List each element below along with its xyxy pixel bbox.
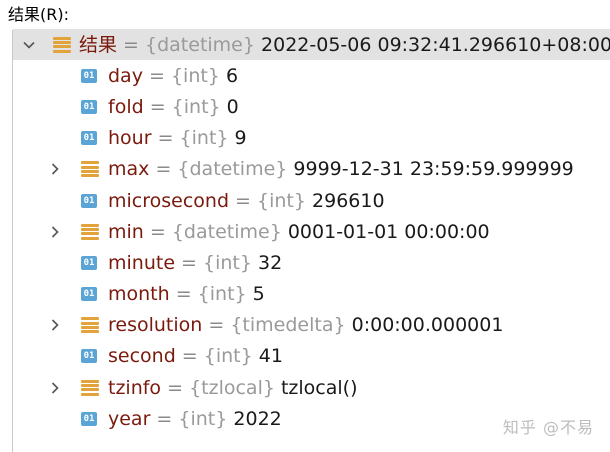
tree-row-text: max = {datetime} 9999-12-31 23:59:59.999… — [108, 157, 574, 181]
int-icon: 01 — [81, 349, 97, 364]
var-value: 6 — [225, 64, 239, 87]
chevron-right-icon[interactable] — [47, 317, 63, 333]
tree-row-tzinfo[interactable]: tzinfo = {tzlocal} tzlocal() — [13, 372, 610, 403]
var-value: tzlocal() — [280, 376, 358, 399]
tree-row-min[interactable]: min = {datetime} 0001-01-01 00:00:00 — [13, 216, 610, 247]
var-value: 32 — [258, 251, 283, 274]
equals-sign: = — [202, 314, 231, 337]
equals-sign: = — [117, 33, 146, 56]
object-icon — [81, 379, 99, 397]
var-value: 2022 — [233, 407, 282, 430]
var-value: 5 — [252, 283, 265, 306]
tree-row-text: second = {int} 41 — [108, 344, 283, 368]
variables-panel: 结果(R): 结果 = {datetime} 2022-05-06 09:32:… — [0, 0, 610, 452]
var-value: 9999-12-31 23:59:59.999999 — [293, 158, 574, 181]
tree-row-resolution[interactable]: resolution = {timedelta} 0:00:00.000001 — [13, 310, 610, 341]
int-icon: 01 — [81, 68, 97, 83]
var-name: max — [108, 158, 150, 181]
var-name: fold — [108, 95, 144, 118]
var-name: microsecond — [108, 189, 230, 212]
var-name: year — [108, 407, 151, 430]
var-type: {tzlocal} — [189, 376, 275, 399]
var-type: {int} — [179, 127, 229, 150]
tree-row-day[interactable]: 01 day = {int} 6 — [13, 60, 610, 91]
var-type: {timedelta} — [230, 314, 346, 337]
var-type: {int} — [203, 251, 252, 274]
equals-sign: = — [142, 64, 171, 87]
var-value: 0 — [226, 95, 239, 118]
var-value: 0:00:00.000001 — [351, 314, 504, 337]
var-name: second — [108, 345, 176, 368]
watermark: 知乎 @不易 — [502, 418, 594, 437]
var-type: {datetime} — [145, 33, 255, 56]
tree-row-text: minute = {int} 32 — [108, 251, 282, 275]
equals-sign: = — [161, 376, 190, 399]
var-name: hour — [108, 127, 152, 150]
tree-row-microsecond[interactable]: 01 microsecond = {int} 296610 — [13, 185, 610, 216]
tree-row-text: resolution = {timedelta} 0:00:00.000001 — [108, 313, 503, 337]
var-name: min — [108, 220, 144, 243]
tree-row-fold[interactable]: 01 fold = {int} 0 — [13, 91, 610, 122]
equals-sign: = — [143, 95, 172, 118]
equals-sign: = — [229, 189, 258, 212]
tree-row-text: day = {int} 6 — [108, 64, 238, 88]
var-type: {int} — [203, 345, 253, 368]
equals-sign: = — [175, 345, 204, 368]
tree-row-second[interactable]: 01 second = {int} 41 — [13, 341, 610, 372]
object-icon — [81, 223, 99, 241]
equals-sign: = — [143, 220, 172, 243]
chevron-right-icon[interactable] — [47, 380, 63, 396]
var-value: 296610 — [312, 189, 385, 212]
var-name: month — [108, 283, 170, 306]
var-type: {datetime} — [171, 220, 282, 243]
var-type: {int} — [197, 283, 247, 306]
variable-tree: 结果 = {datetime} 2022-05-06 09:32:41.2966… — [13, 29, 610, 434]
object-icon — [53, 36, 71, 54]
var-name: 结果 — [79, 33, 118, 56]
tree-row-hour[interactable]: 01 hour = {int} 9 — [13, 123, 610, 154]
var-type: {int} — [178, 407, 228, 430]
equals-sign: = — [175, 251, 204, 274]
tree-row-text: tzinfo = {tzlocal} tzlocal() — [108, 376, 358, 400]
int-icon: 01 — [81, 193, 97, 208]
var-value: 0001-01-01 00:00:00 — [287, 220, 490, 243]
int-icon: 01 — [81, 411, 97, 426]
var-type: {int} — [170, 64, 220, 87]
tree-row-text: hour = {int} 9 — [108, 126, 247, 150]
object-icon — [81, 316, 99, 334]
tree-row-text: fold = {int} 0 — [108, 95, 239, 119]
var-value: 2022-05-06 09:32:41.296610+08:00 — [261, 33, 610, 56]
var-type: {int} — [171, 95, 221, 118]
equals-sign: = — [150, 407, 179, 430]
results-header: 结果(R): — [8, 5, 69, 24]
tree-row-minute[interactable]: 01 minute = {int} 32 — [13, 247, 610, 278]
equals-sign: = — [149, 158, 178, 181]
tree-root-row[interactable]: 结果 = {datetime} 2022-05-06 09:32:41.2966… — [13, 29, 610, 61]
var-name: resolution — [108, 314, 203, 337]
equals-sign: = — [151, 127, 180, 150]
int-icon: 01 — [81, 287, 97, 302]
tree-row-text: month = {int} 5 — [108, 282, 265, 306]
tree-row-text: min = {datetime} 0001-01-01 00:00:00 — [108, 220, 490, 244]
chevron-right-icon[interactable] — [47, 224, 63, 240]
var-type: {int} — [257, 189, 306, 212]
tree-row-max[interactable]: max = {datetime} 9999-12-31 23:59:59.999… — [13, 154, 610, 185]
int-icon: 01 — [81, 131, 97, 146]
var-value: 41 — [258, 345, 283, 368]
var-type: {datetime} — [177, 158, 288, 181]
var-value: 9 — [234, 127, 247, 150]
object-icon — [81, 160, 99, 178]
equals-sign: = — [169, 283, 198, 306]
tree-root-text: 结果 = {datetime} 2022-05-06 09:32:41.2966… — [79, 33, 610, 57]
var-name: minute — [108, 251, 176, 274]
tree-row-text: microsecond = {int} 296610 — [108, 189, 385, 213]
var-name: tzinfo — [108, 376, 162, 399]
chevron-down-icon[interactable] — [21, 37, 37, 53]
int-icon: 01 — [81, 99, 97, 114]
tree-row-text: year = {int} 2022 — [108, 407, 282, 431]
tree-row-month[interactable]: 01 month = {int} 5 — [13, 279, 610, 310]
int-icon: 01 — [81, 255, 97, 270]
chevron-right-icon[interactable] — [47, 161, 63, 177]
var-name: day — [108, 64, 143, 87]
